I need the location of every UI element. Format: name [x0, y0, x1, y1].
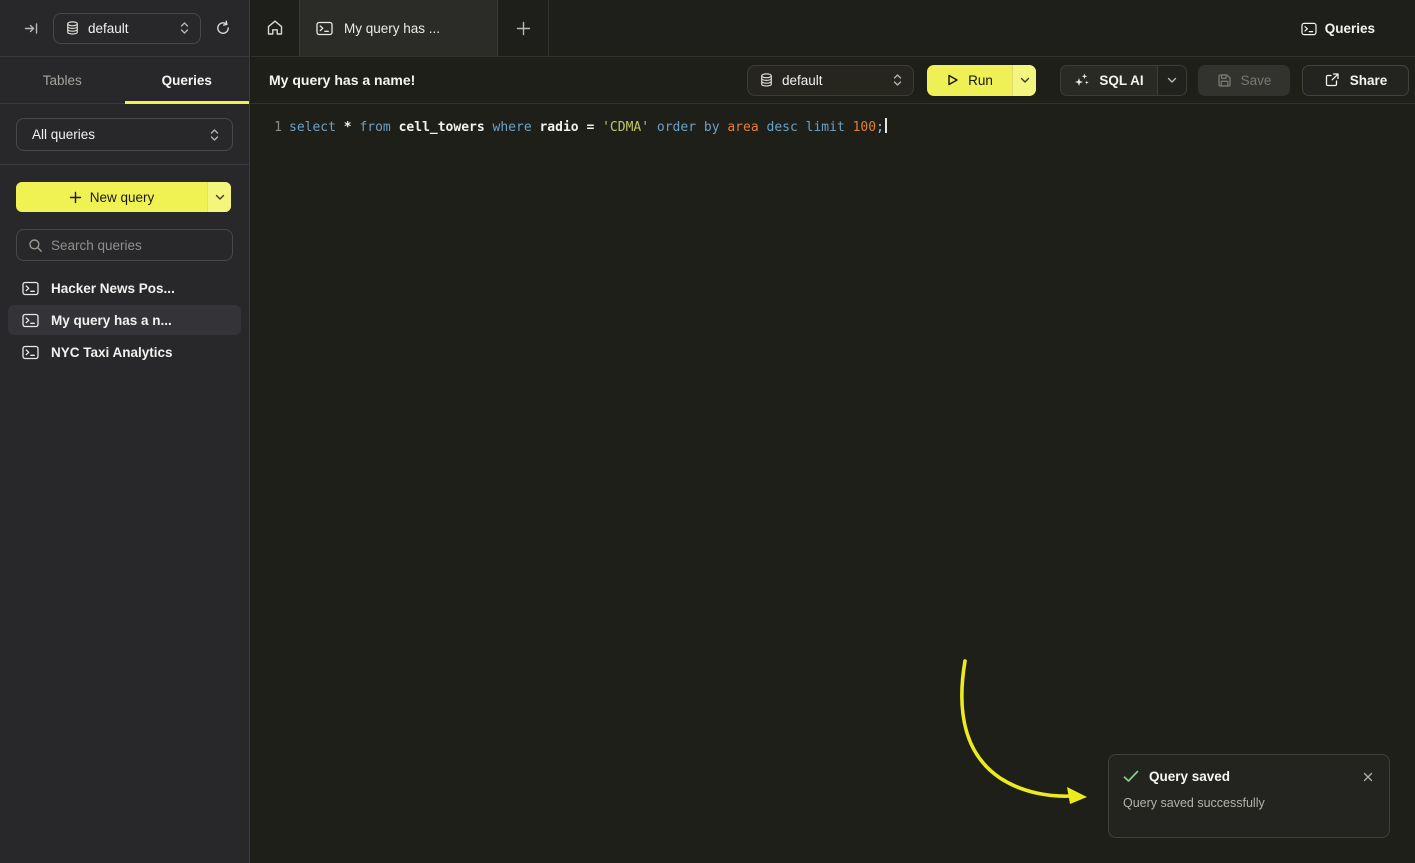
query-name: NYC Taxi Analytics — [51, 345, 173, 360]
toast-notification: Query saved Query saved successfully — [1108, 754, 1390, 838]
toolbar-actions: default Run — [747, 65, 1409, 96]
sql-editor[interactable]: 1 select * from cell_towers where radio … — [251, 105, 1415, 863]
tab-queries[interactable]: Queries — [125, 57, 250, 103]
terminal-icon — [316, 21, 333, 36]
database-icon — [66, 21, 79, 35]
sql-ai-button[interactable]: SQL AI — [1060, 65, 1187, 96]
save-button[interactable]: Save — [1198, 65, 1290, 96]
save-label: Save — [1241, 73, 1272, 88]
toast-close-button[interactable] — [1361, 770, 1375, 784]
tab-title: My query has ... — [344, 21, 440, 36]
query-list-item[interactable]: Hacker News Pos... — [8, 273, 241, 303]
sql-ai-label: SQL AI — [1099, 73, 1143, 88]
sidebar: default Tables Queries All queries — [0, 0, 250, 863]
refresh-button[interactable] — [211, 16, 235, 40]
new-tab-button[interactable] — [498, 0, 548, 56]
database-selector-header[interactable]: default — [53, 13, 201, 44]
sidebar-tabs: Tables Queries — [0, 57, 249, 104]
play-icon — [946, 73, 959, 87]
tab-bar-divider — [548, 0, 549, 56]
database-selector-value: default — [782, 73, 883, 88]
query-search — [16, 229, 233, 261]
database-selector-value: default — [88, 21, 170, 36]
share-label: Share — [1350, 73, 1388, 88]
page-title: My query has a name! — [269, 72, 415, 88]
new-query-button[interactable]: New query — [16, 182, 231, 212]
query-scope-value: All queries — [32, 127, 209, 142]
query-name: Hacker News Pos... — [51, 281, 175, 296]
active-query-tab[interactable]: My query has ... — [299, 0, 498, 56]
collapse-sidebar-icon — [24, 21, 39, 36]
toast-title: Query saved — [1149, 769, 1351, 784]
search-icon — [28, 238, 43, 253]
queries-shortcut-label: Queries — [1325, 21, 1375, 36]
toast-message: Query saved successfully — [1123, 796, 1375, 810]
terminal-icon — [1301, 22, 1317, 36]
home-button[interactable] — [251, 0, 299, 56]
sidebar-header: default — [0, 0, 249, 57]
query-scope-select[interactable]: All queries — [16, 118, 233, 151]
share-button[interactable]: Share — [1302, 65, 1409, 96]
plus-icon — [69, 191, 82, 204]
tab-tables[interactable]: Tables — [0, 57, 125, 103]
editor-toolbar: My query has a name! default — [251, 57, 1415, 104]
chevrons-up-down-icon — [209, 128, 220, 142]
database-icon — [760, 73, 773, 87]
terminal-icon — [22, 313, 39, 328]
chevrons-up-down-icon — [892, 73, 903, 87]
new-query-dropdown[interactable] — [207, 182, 231, 212]
home-icon — [266, 19, 284, 37]
share-icon — [1324, 72, 1340, 88]
query-list: Hacker News Pos... My query has a n... — [8, 273, 241, 367]
terminal-icon — [22, 281, 39, 296]
terminal-icon — [22, 345, 39, 360]
chevrons-up-down-icon — [179, 21, 190, 35]
check-icon — [1123, 770, 1139, 783]
tab-bar: My query has ... — [251, 0, 1415, 57]
line-number: 1 — [251, 117, 282, 139]
close-icon — [1363, 772, 1373, 782]
save-icon — [1217, 73, 1232, 88]
code-line: 1 select * from cell_towers where radio … — [251, 117, 1415, 139]
queries-shortcut-button[interactable]: Queries — [1301, 0, 1375, 57]
sidebar-body: All queries New query — [0, 104, 249, 863]
run-label: Run — [968, 73, 993, 88]
database-selector-toolbar[interactable]: default — [747, 65, 914, 96]
search-queries-input[interactable] — [51, 238, 222, 253]
new-query-label: New query — [90, 190, 155, 205]
query-name: My query has a n... — [51, 313, 172, 328]
text-cursor — [885, 118, 887, 133]
sql-code[interactable]: select * from cell_towers where radio = … — [289, 117, 887, 139]
run-options-dropdown[interactable] — [1012, 65, 1036, 96]
sql-ai-dropdown[interactable] — [1157, 66, 1186, 95]
sparkles-icon — [1074, 72, 1090, 88]
sidebar-divider — [0, 164, 249, 165]
query-list-item[interactable]: NYC Taxi Analytics — [8, 337, 241, 367]
refresh-icon — [215, 20, 231, 36]
collapse-sidebar-button[interactable] — [20, 17, 43, 40]
query-list-item[interactable]: My query has a n... — [8, 305, 241, 335]
plus-icon — [516, 21, 531, 36]
run-button[interactable]: Run — [927, 65, 1036, 96]
